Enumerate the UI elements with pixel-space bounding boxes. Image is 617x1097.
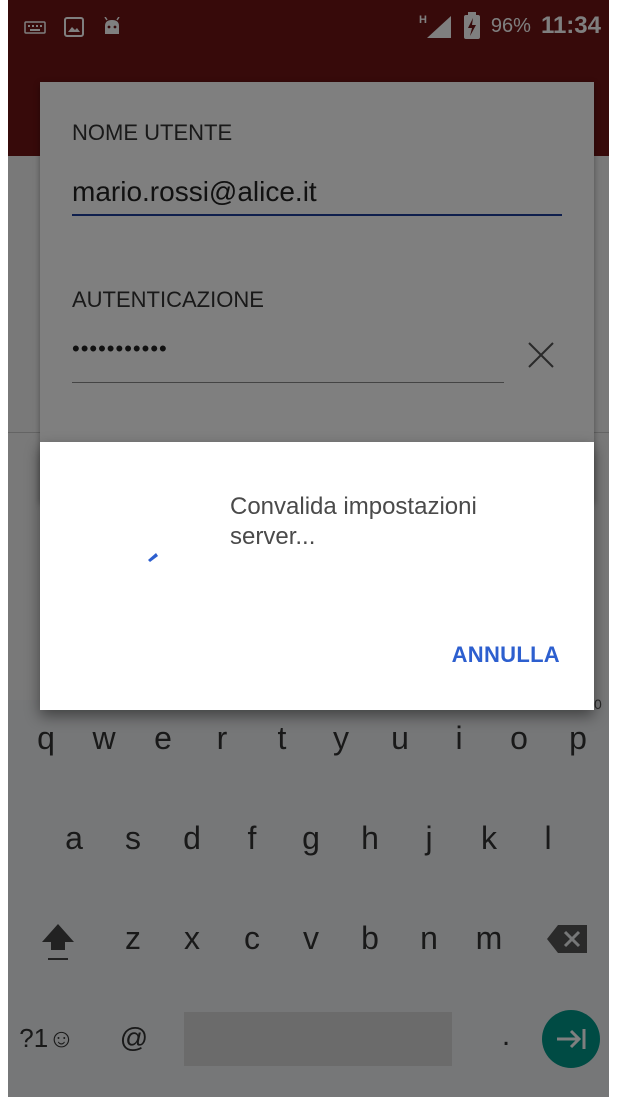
dialog-message: Convalida impostazioni server...	[230, 493, 477, 550]
progress-dialog: Convalida impostazioni server... ANNULLA	[40, 442, 594, 710]
phone-screen: H 96% 11:34 NOME UTENTE mario.rossi@alic…	[8, 0, 609, 1097]
progress-spinner-icon	[148, 553, 158, 562]
cancel-button[interactable]: ANNULLA	[452, 642, 560, 668]
